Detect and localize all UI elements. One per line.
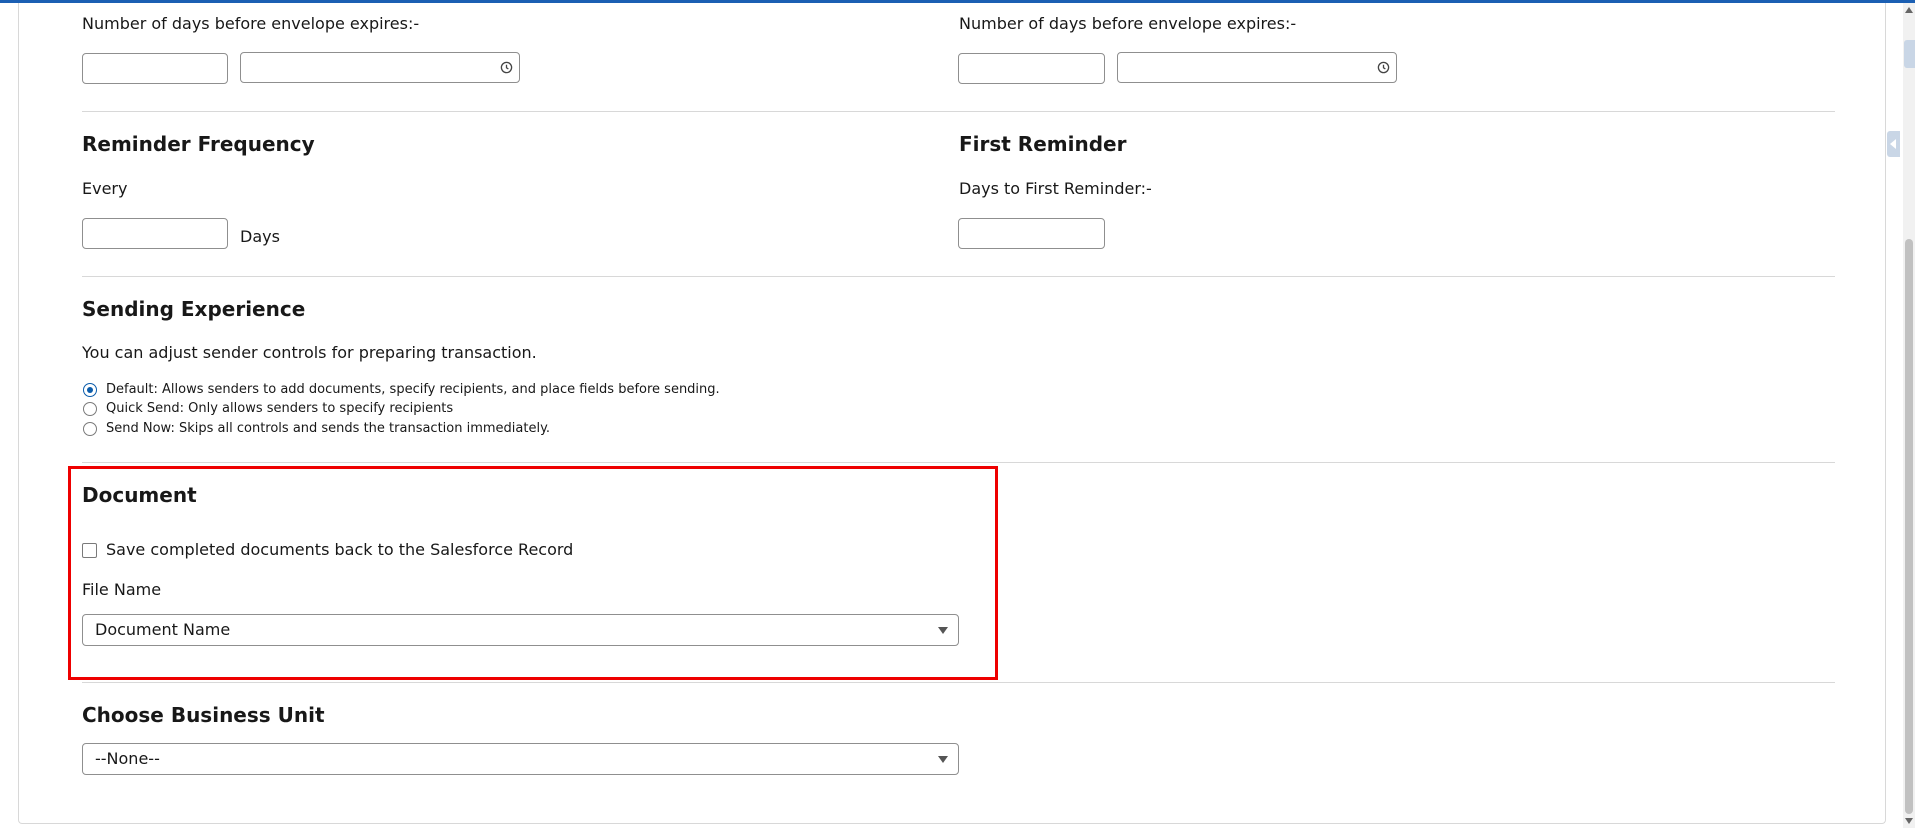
- envelope-expiration-label-left: Number of days before envelope expires:-: [82, 14, 420, 33]
- chevron-down-icon: [938, 627, 948, 634]
- scrollbar-thumb[interactable]: [1905, 239, 1913, 814]
- section-divider: [82, 462, 1835, 463]
- section-divider: [82, 682, 1835, 683]
- first-reminder-heading: First Reminder: [959, 132, 1127, 156]
- expiration-time-input-left[interactable]: [240, 52, 520, 83]
- radio-send-now-label: Send Now: Skips all controls and sends t…: [106, 421, 551, 436]
- section-divider: [82, 276, 1835, 277]
- save-documents-label: Save completed documents back to the Sal…: [106, 540, 574, 559]
- every-label: Every: [82, 179, 128, 198]
- expiration-days-input-right[interactable]: [958, 53, 1105, 84]
- clock-icon: [1377, 61, 1390, 74]
- expiration-days-input-left[interactable]: [82, 53, 228, 84]
- sending-experience-description: You can adjust sender controls for prepa…: [82, 343, 537, 362]
- radio-quick-send-label: Quick Send: Only allows senders to speci…: [106, 401, 454, 416]
- radio-send-now[interactable]: [83, 422, 97, 436]
- vertical-scrollbar[interactable]: [1903, 3, 1915, 828]
- first-reminder-input[interactable]: [958, 218, 1105, 249]
- chevron-down-icon: [938, 756, 948, 763]
- collapse-panel-icon[interactable]: [1887, 131, 1900, 157]
- scroll-down-icon[interactable]: [1905, 818, 1913, 824]
- business-unit-select-value: --None--: [95, 749, 160, 768]
- business-unit-select[interactable]: --None--: [82, 743, 959, 775]
- clock-icon: [500, 61, 513, 74]
- file-name-select-value: Document Name: [95, 620, 231, 639]
- save-documents-checkbox[interactable]: [82, 543, 97, 558]
- reminder-frequency-input[interactable]: [82, 218, 228, 249]
- radio-quick-send[interactable]: [83, 402, 97, 416]
- sending-experience-heading: Sending Experience: [82, 297, 306, 321]
- scroll-up-icon[interactable]: [1905, 7, 1913, 13]
- file-name-label: File Name: [82, 580, 162, 599]
- expiration-time-input-right[interactable]: [1117, 52, 1397, 83]
- file-name-select[interactable]: Document Name: [82, 614, 959, 646]
- section-divider: [82, 111, 1835, 112]
- document-section-highlight: [68, 466, 998, 680]
- side-panel-tab[interactable]: [1904, 40, 1915, 68]
- envelope-expiration-label-right: Number of days before envelope expires:-: [959, 14, 1297, 33]
- radio-default-label: Default: Allows senders to add documents…: [106, 382, 720, 397]
- business-unit-heading: Choose Business Unit: [82, 703, 325, 727]
- days-label: Days: [240, 227, 280, 246]
- days-to-first-reminder-label: Days to First Reminder:-: [959, 179, 1152, 198]
- document-heading: Document: [82, 483, 197, 507]
- radio-default[interactable]: [83, 383, 97, 397]
- reminder-frequency-heading: Reminder Frequency: [82, 132, 315, 156]
